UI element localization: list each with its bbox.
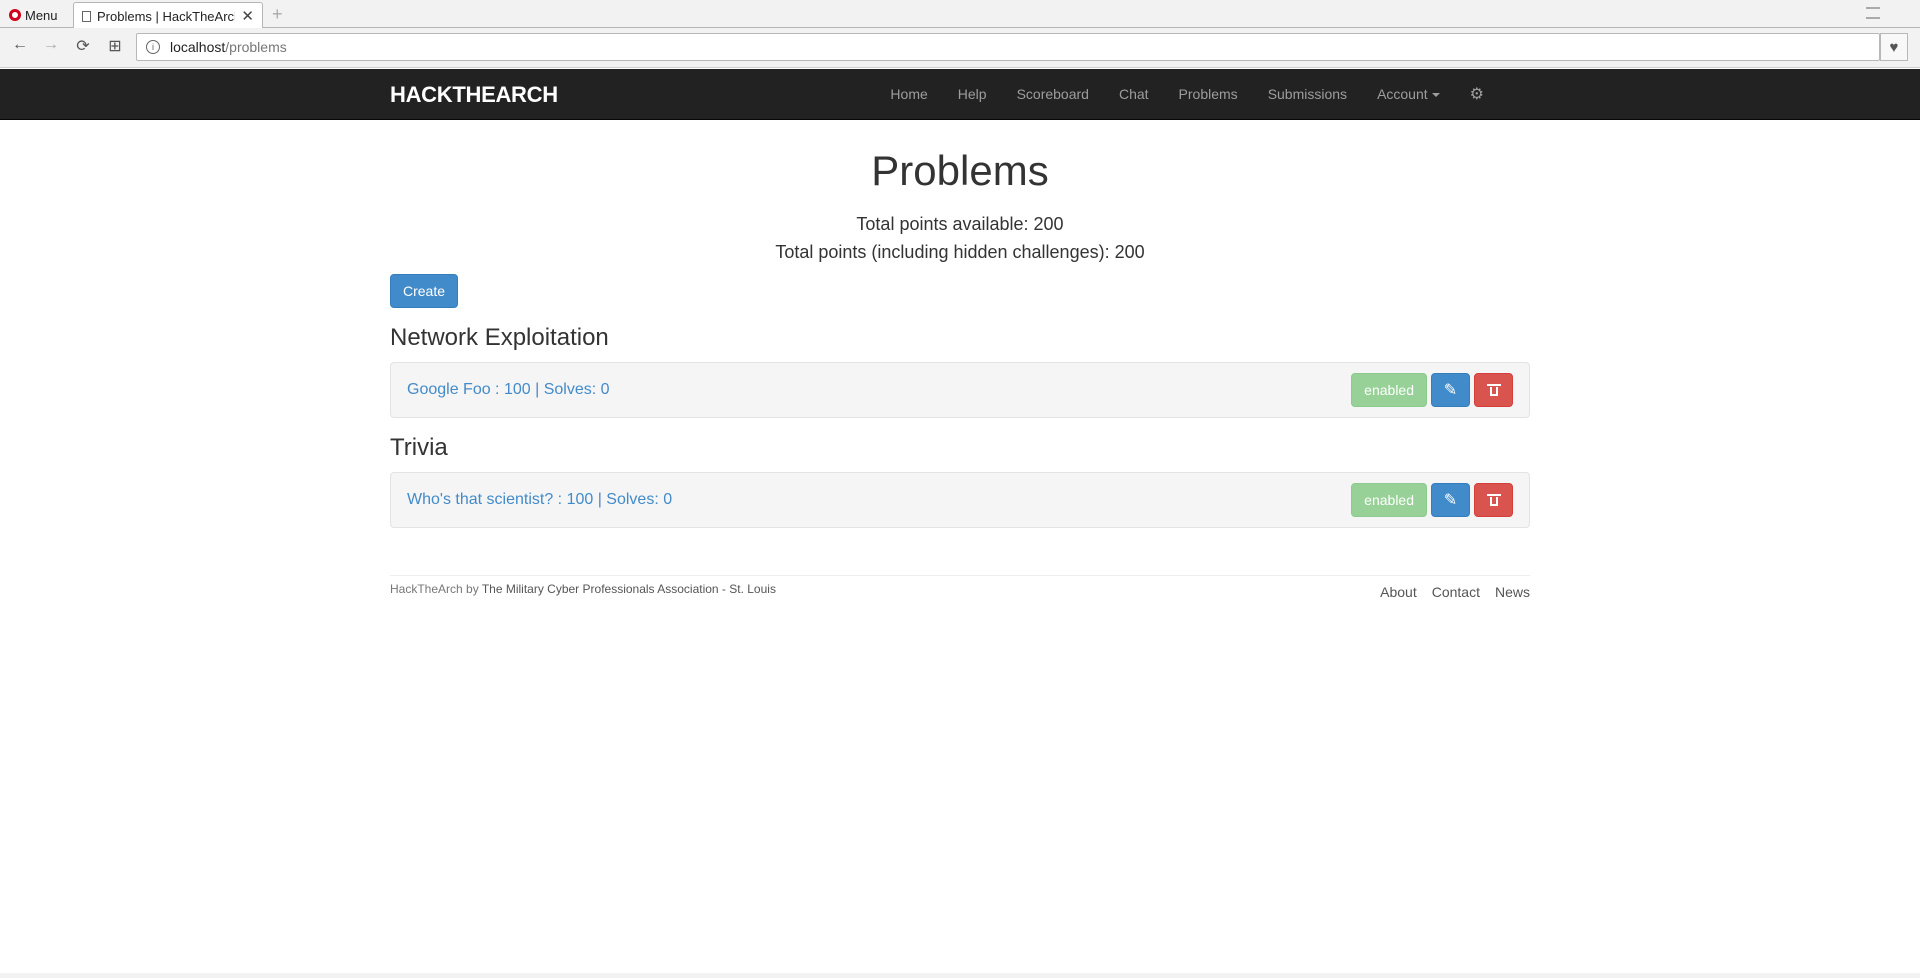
- delete-button[interactable]: [1474, 373, 1513, 407]
- browser-tab-bar: Menu Problems | HackTheArch ✕ +: [0, 0, 1920, 29]
- tab-menu-icon[interactable]: [1866, 7, 1880, 19]
- nav-account-dropdown[interactable]: Account: [1362, 86, 1455, 102]
- nav-scoreboard[interactable]: Scoreboard: [1002, 86, 1104, 102]
- bookmark-heart-icon[interactable]: ♥: [1880, 33, 1908, 61]
- browser-address-bar: ← → ⟳ ⊞ i localhost/problems ♥: [0, 28, 1920, 68]
- nav-problems[interactable]: Problems: [1164, 86, 1253, 102]
- category-network-exploitation: Network Exploitation Google Foo : 100 | …: [390, 324, 1530, 418]
- reload-icon[interactable]: ⟳: [73, 36, 93, 56]
- site-info-icon[interactable]: i: [146, 40, 160, 54]
- speed-dial-icon[interactable]: ⊞: [105, 36, 125, 56]
- nav-home[interactable]: Home: [875, 86, 942, 102]
- status-toggle-button[interactable]: enabled: [1351, 483, 1427, 517]
- pencil-icon: ✎: [1443, 492, 1458, 509]
- trash-icon: [1486, 494, 1501, 506]
- page-title: Problems: [871, 147, 1049, 194]
- new-tab-icon[interactable]: +: [272, 4, 283, 25]
- footer-news-link[interactable]: News: [1495, 584, 1530, 600]
- problem-link[interactable]: Who's that scientist? : 100 | Solves: 0: [407, 491, 672, 509]
- edit-button[interactable]: ✎: [1431, 373, 1470, 407]
- nav-chat[interactable]: Chat: [1104, 86, 1164, 102]
- category-trivia: Trivia Who's that scientist? : 100 | Sol…: [390, 434, 1530, 528]
- site-brand[interactable]: HACKTHEARCH: [390, 82, 558, 108]
- footer-about-link[interactable]: About: [1380, 584, 1417, 600]
- status-toggle-button[interactable]: enabled: [1351, 373, 1427, 407]
- category-title: Network Exploitation: [390, 324, 609, 351]
- total-points-available: Total points available: 200: [856, 214, 1064, 234]
- main-container: Problems Total points available: 200 Tot…: [390, 120, 1530, 528]
- close-tab-icon[interactable]: ✕: [241, 7, 254, 25]
- nav-submissions[interactable]: Submissions: [1253, 86, 1362, 102]
- total-points-hidden: Total points (including hidden challenge…: [775, 242, 1145, 262]
- category-title: Trivia: [390, 434, 448, 461]
- footer-links: About Contact News: [1380, 584, 1530, 600]
- points-summary: Total points available: 200 Total points…: [390, 210, 1530, 266]
- edit-button[interactable]: ✎: [1431, 483, 1470, 517]
- back-arrow-icon[interactable]: ←: [10, 36, 30, 54]
- problem-actions: enabled ✎: [1351, 483, 1513, 517]
- footer-contact-link[interactable]: Contact: [1432, 584, 1480, 600]
- problem-actions: enabled ✎: [1351, 373, 1513, 407]
- footer-org-link[interactable]: The Military Cyber Professionals Associa…: [482, 582, 776, 596]
- nav-help[interactable]: Help: [943, 86, 1002, 102]
- url-path: /problems: [225, 39, 287, 55]
- document-icon: [82, 10, 91, 22]
- caret-down-icon: [1431, 93, 1440, 98]
- browser-tab[interactable]: Problems | HackTheArch ✕: [73, 2, 263, 29]
- footer-site-name: HackTheArch: [390, 582, 463, 596]
- browser-menu-button[interactable]: Menu: [9, 6, 58, 24]
- forward-arrow-icon[interactable]: →: [41, 36, 61, 54]
- window-bottom-edge: [0, 973, 1920, 978]
- nav-links: Home Help Scoreboard Chat Problems Submi…: [875, 69, 1499, 119]
- browser-menu-label: Menu: [25, 7, 58, 23]
- page-footer: HackTheArch by The Military Cyber Profes…: [390, 575, 1530, 600]
- footer-by: by: [462, 582, 482, 596]
- opera-logo-icon: [9, 9, 21, 21]
- site-navbar: HACKTHEARCH Home Help Scoreboard Chat Pr…: [0, 69, 1920, 120]
- create-button[interactable]: Create: [390, 274, 459, 308]
- browser-tab-title: Problems | HackTheArch: [97, 8, 236, 24]
- trash-icon: [1486, 384, 1501, 396]
- url-input[interactable]: i localhost/problems: [136, 33, 1880, 61]
- url-host: localhost: [170, 39, 226, 55]
- delete-button[interactable]: [1474, 483, 1513, 517]
- nav-account-label: Account: [1377, 86, 1428, 102]
- problem-row: Google Foo : 100 | Solves: 0 enabled ✎: [390, 362, 1530, 418]
- settings-gear-icon[interactable]: ⚙: [1455, 84, 1499, 104]
- problem-row: Who's that scientist? : 100 | Solves: 0 …: [390, 472, 1530, 528]
- problem-link[interactable]: Google Foo : 100 | Solves: 0: [407, 381, 610, 399]
- pencil-icon: ✎: [1443, 382, 1458, 399]
